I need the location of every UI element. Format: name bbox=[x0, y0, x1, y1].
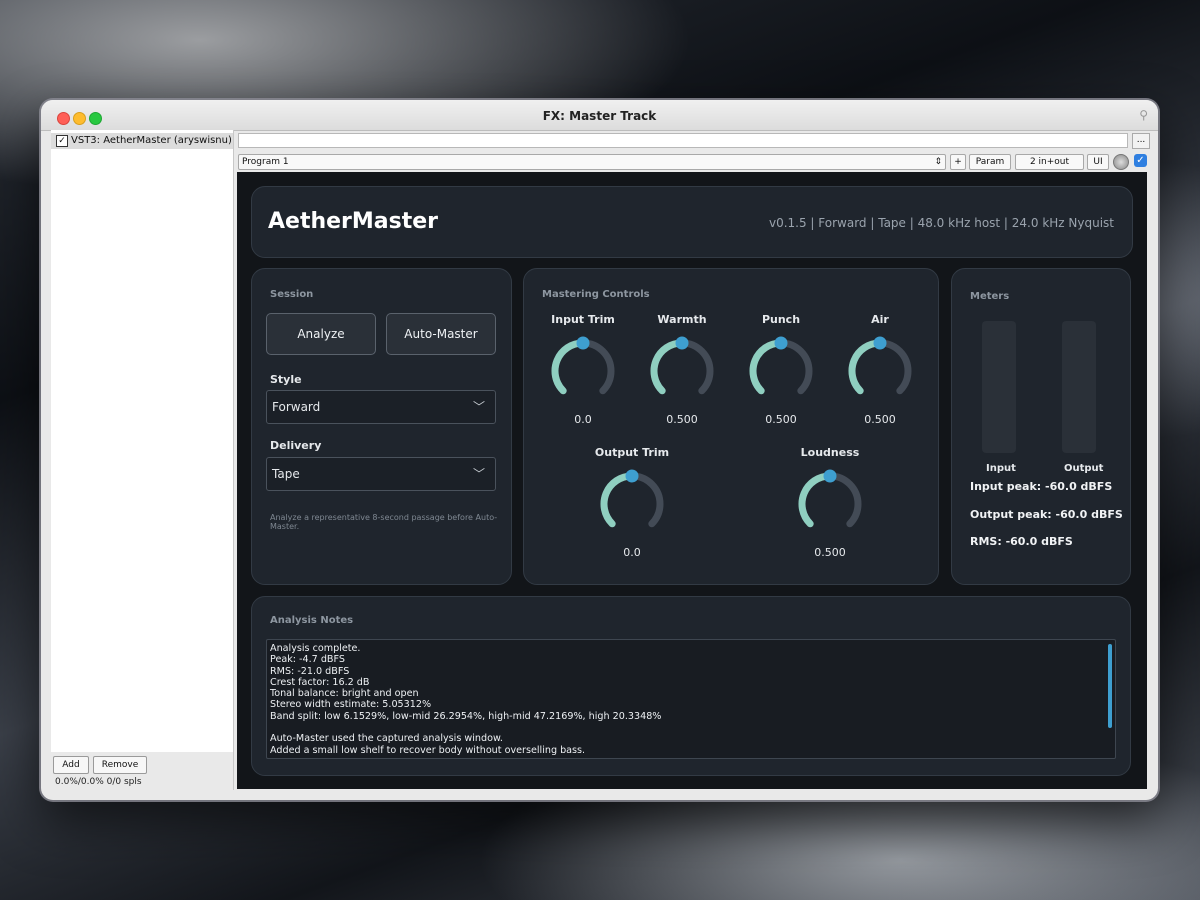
chevron-down-icon: ﹀ bbox=[472, 400, 485, 414]
fx-list-footer: Add Remove 0.0%/0.0% 0/0 spls bbox=[51, 752, 233, 790]
output-peak-readout: Output peak: -60.0 dBFS bbox=[970, 508, 1123, 521]
fx-chain-list[interactable]: ✓ VST3: AetherMaster (aryswisnu) bbox=[51, 130, 234, 790]
knob-fill-arc bbox=[551, 339, 587, 395]
notes-scrollbar[interactable] bbox=[1108, 644, 1112, 728]
add-fx-button[interactable]: Add bbox=[53, 756, 89, 774]
fx-window: FX: Master Track ⚲ ✓ VST3: AetherMaster … bbox=[41, 100, 1158, 800]
knob-fill-arc bbox=[650, 339, 686, 395]
io-routing-button[interactable]: 2 in+out bbox=[1015, 154, 1084, 170]
knob-handle[interactable] bbox=[774, 336, 788, 350]
knob-dial[interactable] bbox=[551, 333, 615, 403]
fx-list-item[interactable]: ✓ VST3: AetherMaster (aryswisnu) bbox=[51, 133, 233, 149]
knob-fill-arc bbox=[600, 472, 636, 528]
style-select[interactable]: Forward ﹀ bbox=[266, 390, 496, 424]
knob-label: Punch bbox=[761, 313, 801, 326]
knob-value: 0.0 bbox=[574, 413, 592, 426]
more-button[interactable]: ... bbox=[1132, 133, 1150, 149]
chevron-down-icon: ﹀ bbox=[472, 467, 485, 481]
session-hint: Analyze a representative 8-second passag… bbox=[270, 513, 498, 531]
knob-handle[interactable] bbox=[823, 469, 837, 483]
analysis-notes-textarea[interactable]: Analysis complete. Peak: -4.7 dBFS RMS: … bbox=[266, 639, 1116, 759]
bypass-checkbox[interactable]: ✓ bbox=[1134, 154, 1147, 167]
add-preset-button[interactable]: + bbox=[950, 154, 966, 170]
knob-fill-arc bbox=[798, 472, 834, 528]
input-peak-readout: Input peak: -60.0 dBFS bbox=[970, 480, 1113, 493]
pin-icon[interactable]: ⚲ bbox=[1139, 108, 1148, 122]
knob-dial[interactable] bbox=[650, 333, 714, 403]
knob-fill-arc bbox=[749, 339, 785, 395]
knob-loudness[interactable]: Loudness 0.500 bbox=[785, 446, 875, 559]
knob-dial[interactable] bbox=[848, 333, 912, 403]
knob-fill-arc bbox=[848, 339, 884, 395]
analyze-button[interactable]: Analyze bbox=[266, 313, 376, 355]
knob-input-trim[interactable]: Input Trim 0.0 bbox=[538, 313, 628, 426]
knob-label: Air bbox=[871, 313, 889, 326]
knob-label: Input Trim bbox=[551, 313, 615, 326]
output-meter-label: Output bbox=[1064, 463, 1104, 474]
session-title: Session bbox=[270, 289, 314, 300]
cpu-usage-text: 0.0%/0.0% 0/0 spls bbox=[55, 777, 142, 787]
delivery-label: Delivery bbox=[270, 439, 322, 452]
plugin-header: AetherMaster v0.1.5 | Forward | Tape | 4… bbox=[251, 186, 1133, 258]
rms-readout: RMS: -60.0 dBFS bbox=[970, 535, 1073, 548]
mastering-controls-panel: Mastering Controls Input Trim 0.0 Warmth 0.… bbox=[523, 268, 939, 585]
input-meter-label: Input bbox=[986, 463, 1016, 474]
knob-air[interactable]: Air 0.500 bbox=[835, 313, 925, 426]
analysis-notes-text: Analysis complete. Peak: -4.7 dBFS RMS: … bbox=[270, 643, 662, 756]
input-meter bbox=[982, 321, 1016, 453]
plugin-info: v0.1.5 | Forward | Tape | 48.0 kHz host … bbox=[768, 216, 1114, 230]
knob-value: 0.500 bbox=[814, 546, 846, 559]
knob-value: 0.0 bbox=[623, 546, 641, 559]
preset-value: Program 1 bbox=[242, 157, 289, 167]
knob-dial[interactable] bbox=[600, 466, 664, 536]
knob-dial[interactable] bbox=[798, 466, 862, 536]
knob-punch[interactable]: Punch 0.500 bbox=[736, 313, 826, 426]
knob-label: Warmth bbox=[657, 313, 707, 326]
delivery-select[interactable]: Tape ﹀ bbox=[266, 457, 496, 491]
preset-select[interactable]: Program 1 ⇕ bbox=[238, 154, 946, 170]
knob-value: 0.500 bbox=[864, 413, 896, 426]
output-meter bbox=[1062, 321, 1096, 453]
knob-warmth[interactable]: Warmth 0.500 bbox=[637, 313, 727, 426]
meters-title: Meters bbox=[970, 291, 1010, 302]
fx-name-field[interactable] bbox=[238, 133, 1128, 148]
knob-value: 0.500 bbox=[666, 413, 698, 426]
updown-arrows-icon: ⇕ bbox=[934, 157, 942, 167]
remove-fx-button[interactable]: Remove bbox=[93, 756, 147, 774]
plugin-title: AetherMaster bbox=[268, 209, 439, 234]
controls-title: Mastering Controls bbox=[542, 289, 650, 300]
delivery-value: Tape bbox=[272, 467, 300, 481]
analysis-notes-panel: Analysis Notes Analysis complete. Peak: … bbox=[251, 596, 1131, 776]
title-bar[interactable]: FX: Master Track ⚲ bbox=[41, 100, 1158, 131]
plugin-ui: AetherMaster v0.1.5 | Forward | Tape | 4… bbox=[237, 172, 1147, 789]
fx-enable-checkbox[interactable]: ✓ bbox=[56, 135, 68, 147]
style-value: Forward bbox=[272, 400, 321, 414]
knob-value: 0.500 bbox=[765, 413, 797, 426]
meters-panel: Meters Input Output Input peak: -60.0 dB… bbox=[951, 268, 1131, 585]
wet-knob-icon[interactable] bbox=[1113, 154, 1129, 170]
style-label: Style bbox=[270, 373, 302, 386]
notes-title: Analysis Notes bbox=[270, 615, 354, 626]
knob-handle[interactable] bbox=[675, 336, 689, 350]
auto-master-button[interactable]: Auto-Master bbox=[386, 313, 496, 355]
param-button[interactable]: Param bbox=[969, 154, 1011, 170]
fx-item-label: VST3: AetherMaster (aryswisnu) bbox=[71, 135, 232, 146]
ui-button[interactable]: UI bbox=[1087, 154, 1109, 170]
knob-handle[interactable] bbox=[576, 336, 590, 350]
knob-output-trim[interactable]: Output Trim 0.0 bbox=[587, 446, 677, 559]
knob-handle[interactable] bbox=[873, 336, 887, 350]
window-title: FX: Master Track bbox=[542, 109, 657, 123]
knob-label: Output Trim bbox=[594, 446, 670, 459]
knob-label: Loudness bbox=[800, 446, 860, 459]
knob-handle[interactable] bbox=[625, 469, 639, 483]
knob-dial[interactable] bbox=[749, 333, 813, 403]
session-panel: Session Analyze Auto-Master Style Forwar… bbox=[251, 268, 512, 585]
